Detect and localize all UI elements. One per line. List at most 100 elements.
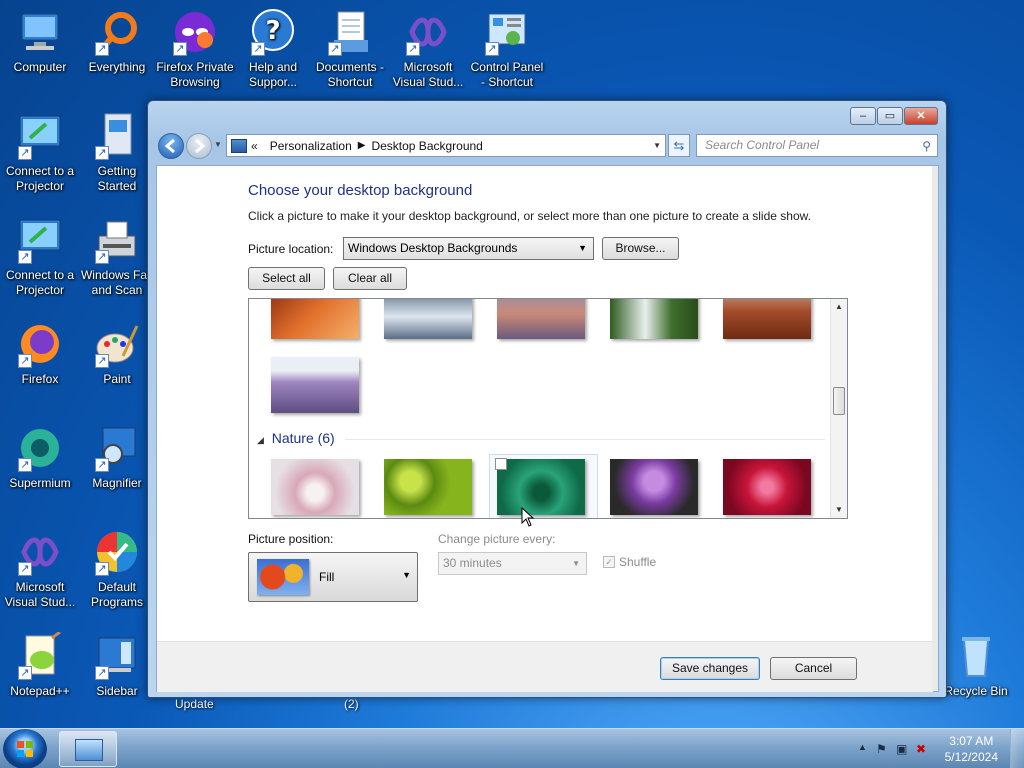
chevron-down-icon: ▼ xyxy=(402,570,411,580)
page-title: Choose your desktop background xyxy=(248,182,473,199)
desktop-icon-supermium[interactable]: ↗ Supermium xyxy=(0,424,80,491)
show-desktop-button[interactable] xyxy=(1010,729,1024,768)
desktop-icon-notepadpp[interactable]: ↗ Notepad++ xyxy=(0,630,80,699)
wallpaper-thumbnail[interactable] xyxy=(271,357,359,413)
desktop-icon-control-panel[interactable]: ↗ Control Panel - Shortcut xyxy=(467,8,547,90)
desktop-icon-firefox-private[interactable]: ↗ Firefox Private Browsing xyxy=(155,8,235,90)
nature-thumbnail-succulent[interactable] xyxy=(384,459,472,515)
picture-gallery[interactable]: ◢ Nature (6) ▲ ▼ xyxy=(248,298,848,519)
desktop-icon-visual-studio-1[interactable]: ↗ Microsoft Visual Stud... xyxy=(388,8,468,90)
address-dropdown-icon[interactable]: ▼ xyxy=(653,141,661,150)
save-changes-button[interactable]: Save changes xyxy=(660,657,760,680)
nature-thumbnail-green-leaves[interactable] xyxy=(497,459,585,515)
forward-button[interactable] xyxy=(186,133,212,159)
back-button[interactable] xyxy=(158,133,184,159)
desktop-icon-fax-scan[interactable]: ↗ Windows Fax and Scan xyxy=(77,216,157,298)
wallpaper-thumbnail[interactable] xyxy=(497,299,585,339)
desktop-icon-projector-2[interactable]: ↗ Connect to a Projector xyxy=(0,216,80,298)
desktop-icon-label: Sidebar xyxy=(96,684,138,698)
wallpaper-thumbnail[interactable] xyxy=(271,299,359,339)
desktop-icon-getting-started[interactable]: ↗ Getting Started xyxy=(77,112,157,194)
change-picture-value: 30 minutes xyxy=(443,556,502,570)
refresh-icon: ⇆ xyxy=(673,138,685,153)
maximize-button[interactable]: ▭ xyxy=(877,107,903,125)
magnifier-icon: ↗ xyxy=(93,424,141,472)
content-pane: Choose your desktop background Click a p… xyxy=(156,165,939,692)
breadcrumb-desktop-background[interactable]: Desktop Background xyxy=(371,139,482,153)
group-header-nature[interactable]: ◢ Nature (6) xyxy=(257,430,335,446)
network-icon[interactable]: ▣ xyxy=(896,742,907,756)
clear-all-button[interactable]: Clear all xyxy=(333,267,407,290)
scroll-thumb[interactable] xyxy=(833,387,845,415)
address-bar[interactable]: « Personalization ▶ Desktop Background ▼ xyxy=(226,134,666,157)
recent-pages-dropdown-icon[interactable]: ▼ xyxy=(214,140,222,149)
desktop-icon-everything[interactable]: ↗ Everything xyxy=(77,8,157,75)
desktop-icon-visual-studio-2[interactable]: ↗ Microsoft Visual Stud... xyxy=(0,528,80,610)
shuffle-label: Shuffle xyxy=(619,555,657,569)
search-placeholder: Search Control Panel xyxy=(705,138,820,152)
search-icon[interactable]: ⚲ xyxy=(922,136,931,157)
close-button[interactable]: ✕ xyxy=(904,107,938,125)
wallpaper-thumbnail[interactable] xyxy=(723,299,811,339)
picture-position-select[interactable]: Fill ▼ xyxy=(248,552,418,602)
desktop-icon-label: Getting Started xyxy=(97,164,137,193)
desktop-icon-label: Magnifier xyxy=(92,476,142,490)
content-scroll-edge xyxy=(932,166,938,691)
gallery-scrollbar[interactable]: ▲ ▼ xyxy=(830,299,847,518)
picture-location-select[interactable]: Windows Desktop Backgrounds ▼ xyxy=(343,237,594,260)
supermium-icon: ↗ xyxy=(16,424,64,472)
wallpaper-thumbnail[interactable] xyxy=(610,299,698,339)
group-name: Nature (6) xyxy=(271,430,335,446)
select-all-button[interactable]: Select all xyxy=(248,267,325,290)
picture-location-label: Picture location: xyxy=(248,242,334,256)
thumbnail-checkbox[interactable] xyxy=(495,458,507,470)
breadcrumb-separator-icon[interactable]: ▶ xyxy=(358,140,366,151)
desktop-icon-label: Recycle Bin xyxy=(944,684,1008,698)
desktop-icon-help[interactable]: ? ↗ Help and Suppor... xyxy=(233,8,313,90)
breadcrumb-personalization[interactable]: Personalization xyxy=(270,139,352,153)
taskbar-control-panel-button[interactable] xyxy=(59,731,117,767)
desktop-icon-default-programs[interactable]: ↗ Default Programs xyxy=(77,528,157,610)
volume-muted-icon[interactable]: ✖ xyxy=(916,742,926,756)
cancel-button[interactable]: Cancel xyxy=(770,657,857,680)
desktop-icon-paint[interactable]: ↗ Paint xyxy=(77,320,157,387)
wallpaper-thumbnail[interactable] xyxy=(384,299,472,339)
forward-arrow-icon xyxy=(195,138,206,154)
chevron-down-icon: ▼ xyxy=(572,559,580,568)
scroll-down-icon[interactable]: ▼ xyxy=(831,502,847,518)
desktop-icon-magnifier[interactable]: ↗ Magnifier xyxy=(77,424,157,491)
desktop-icon-computer[interactable]: Computer xyxy=(0,8,80,75)
shuffle-checkbox[interactable]: ✓ Shuffle xyxy=(603,555,656,569)
documents-icon: ↗ xyxy=(326,8,374,56)
control-panel-icon xyxy=(75,739,103,761)
change-picture-select[interactable]: 30 minutes ▼ xyxy=(438,552,587,575)
search-input[interactable]: Search Control Panel ⚲ xyxy=(696,134,938,157)
help-icon: ? ↗ xyxy=(249,8,297,56)
start-button[interactable] xyxy=(3,729,47,768)
getting-started-icon: ↗ xyxy=(93,112,141,160)
breadcrumb-prefix[interactable]: « xyxy=(251,139,258,153)
control-panel-icon xyxy=(231,138,247,153)
collapse-icon[interactable]: ◢ xyxy=(257,435,264,445)
scroll-up-icon[interactable]: ▲ xyxy=(831,299,847,315)
desktop-icon-projector-1[interactable]: ↗ Connect to a Projector xyxy=(0,112,80,194)
desktop-icon-firefox[interactable]: ↗ Firefox xyxy=(0,320,80,387)
desktop-icon-sidebar[interactable]: ↗ Sidebar xyxy=(77,632,157,699)
firefox-private-icon: ↗ xyxy=(171,8,219,56)
desktop-icon-label: Help and Suppor... xyxy=(248,60,298,89)
desktop-partial-label-count: (2) xyxy=(344,697,359,711)
nature-thumbnail-thistle[interactable] xyxy=(610,459,698,515)
clock[interactable]: 3:07 AM 5/12/2024 xyxy=(945,733,998,765)
show-hidden-icons-icon[interactable]: ▲ xyxy=(858,742,867,752)
desktop-icon-documents[interactable]: ↗ Documents - Shortcut xyxy=(310,8,390,90)
nature-thumbnail-dandelion[interactable] xyxy=(271,459,359,515)
minimize-button[interactable]: – xyxy=(850,107,876,125)
action-center-flag-icon[interactable]: ⚑ xyxy=(876,742,887,756)
browse-button[interactable]: Browse... xyxy=(602,237,679,260)
nature-thumbnail-red-flower[interactable] xyxy=(723,459,811,515)
clock-date: 5/12/2024 xyxy=(944,750,998,764)
desktop-icon-recycle-bin[interactable]: Recycle Bin xyxy=(936,632,1016,699)
desktop-icon-label: Supermium xyxy=(9,476,71,490)
paint-icon: ↗ xyxy=(93,320,141,368)
refresh-button[interactable]: ⇆ xyxy=(668,134,690,157)
